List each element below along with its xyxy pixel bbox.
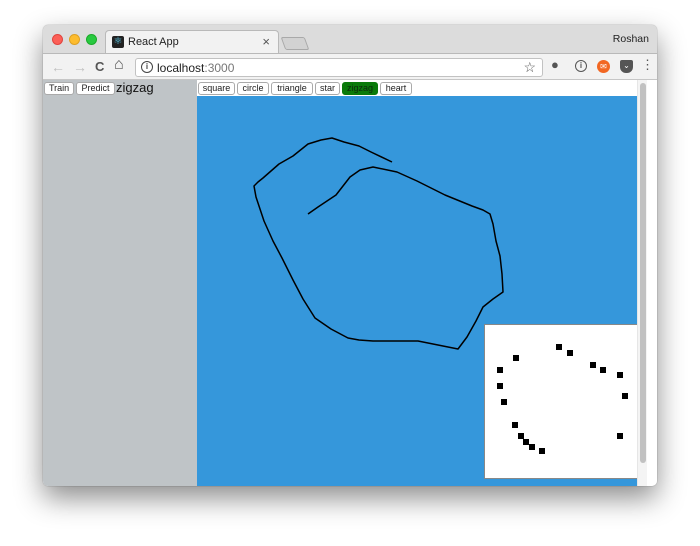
shape-tab-star[interactable]: star xyxy=(315,82,340,95)
reload-icon[interactable]: C xyxy=(95,58,104,76)
new-tab-button[interactable] xyxy=(280,37,310,50)
shape-tab-heart[interactable]: heart xyxy=(380,82,412,95)
browser-menu-icon[interactable]: ⋮ xyxy=(641,57,654,72)
pocket-extension-icon[interactable]: ⌄ xyxy=(620,60,633,73)
home-icon[interactable]: ⌂ xyxy=(114,56,124,74)
preview-dot xyxy=(539,448,545,454)
preview-dot xyxy=(617,372,623,378)
page-content: Train Predict zigzag square circle trian… xyxy=(43,80,657,486)
window-maximize-button[interactable] xyxy=(86,34,97,45)
preview-dot xyxy=(600,367,606,373)
window-close-button[interactable] xyxy=(52,34,63,45)
drawing-area: square circle triangle star zigzag heart xyxy=(197,80,647,486)
sidebar: Train Predict zigzag xyxy=(43,80,197,486)
back-icon[interactable]: ← xyxy=(51,58,65,76)
mail-extension-icon[interactable]: ✉ xyxy=(597,60,610,73)
preview-dot xyxy=(512,422,518,428)
url-text[interactable]: localhost:3000 xyxy=(157,61,234,75)
profile-name[interactable]: Roshan xyxy=(613,33,649,45)
preview-dot xyxy=(622,393,628,399)
preview-dot xyxy=(567,350,573,356)
shape-tab-triangle[interactable]: triangle xyxy=(271,82,313,95)
info-extension-icon[interactable]: i xyxy=(575,60,587,72)
preview-dot xyxy=(513,355,519,361)
title-bar: ⚛ React App × Roshan xyxy=(43,25,657,54)
downsampled-preview xyxy=(484,324,639,479)
url-port: :3000 xyxy=(204,61,235,75)
site-info-icon[interactable]: i xyxy=(141,61,153,73)
preview-dot xyxy=(497,383,503,389)
preview-dot xyxy=(617,433,623,439)
shape-tab-circle[interactable]: circle xyxy=(237,82,269,95)
drawing-canvas[interactable] xyxy=(197,96,647,486)
shape-tab-zigzag[interactable]: zigzag xyxy=(342,82,378,95)
evernote-extension-icon[interactable]: ● xyxy=(551,57,564,72)
tab-title: React App xyxy=(128,36,179,48)
preview-dot xyxy=(529,444,535,450)
shape-tabs: square circle triangle star zigzag heart xyxy=(197,80,647,96)
react-favicon-icon: ⚛ xyxy=(112,36,124,48)
predict-button[interactable]: Predict xyxy=(76,82,115,95)
preview-dot xyxy=(590,362,596,368)
drawn-stroke xyxy=(253,137,504,350)
train-button[interactable]: Train xyxy=(44,82,74,95)
bookmark-star-icon[interactable]: ☆ xyxy=(523,59,536,76)
scrollbar-thumb[interactable] xyxy=(640,83,646,463)
url-host: localhost xyxy=(157,61,205,75)
browser-toolbar: ← → C ⌂ i localhost:3000 ☆ ● i ✉ ⌄ ⋮ xyxy=(43,53,657,80)
forward-icon[interactable]: → xyxy=(73,58,87,76)
shape-tab-square[interactable]: square xyxy=(198,82,235,95)
preview-dot xyxy=(497,367,503,373)
browser-tab[interactable]: ⚛ React App × xyxy=(105,30,279,54)
address-bar[interactable]: i localhost:3000 ☆ xyxy=(135,58,543,77)
preview-dot xyxy=(501,399,507,405)
vertical-scrollbar[interactable] xyxy=(637,80,647,486)
browser-window: ⚛ React App × Roshan ← → C ⌂ i localhost… xyxy=(43,25,657,486)
tab-close-icon[interactable]: × xyxy=(262,34,270,49)
prediction-label: zigzag xyxy=(116,80,154,95)
preview-dot xyxy=(556,344,562,350)
window-minimize-button[interactable] xyxy=(69,34,80,45)
